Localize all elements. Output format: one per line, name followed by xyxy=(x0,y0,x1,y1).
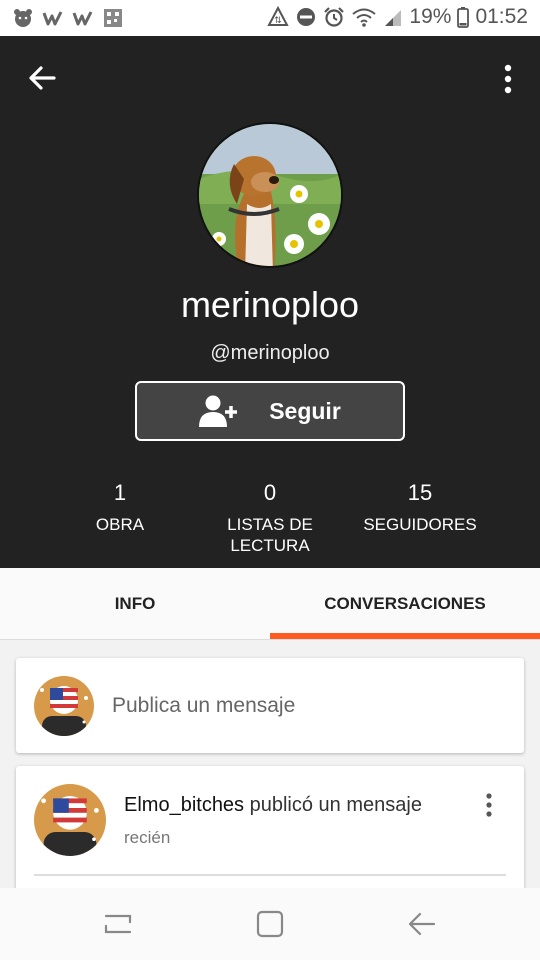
stat-reading-lists-value: 0 xyxy=(263,480,277,505)
message-card: Elmo_bitches publicó un mensaje recién xyxy=(16,766,524,896)
profile-header: merinoploo @merinoploo Seguir 1 OBRA 0 L… xyxy=(0,36,540,568)
more-options-icon[interactable] xyxy=(498,62,518,96)
active-tab-indicator xyxy=(270,633,540,639)
system-nav-bar xyxy=(0,888,540,960)
battery-icon xyxy=(457,7,470,28)
stat-followers-value: 15 xyxy=(407,480,433,505)
signal-icon xyxy=(385,10,402,26)
card-divider xyxy=(34,874,506,876)
post-message-card[interactable]: Publica un mensaje xyxy=(16,658,524,753)
wifi-icon xyxy=(352,8,377,27)
profile-tabs: INFO CONVERSACIONES xyxy=(0,568,540,640)
follow-label: Seguir xyxy=(269,397,341,424)
message-action: publicó un mensaje xyxy=(244,794,422,816)
flag-character-avatar xyxy=(34,676,94,736)
alarm-icon xyxy=(324,7,345,27)
system-status: ⇅ 19% 01:52 xyxy=(267,5,528,29)
profile-avatar[interactable] xyxy=(197,122,343,268)
profile-handle: @merinoploo xyxy=(210,342,330,364)
data-saver-icon: ⇅ xyxy=(267,6,290,26)
wattpad-icon xyxy=(72,11,93,26)
message-menu-icon[interactable] xyxy=(484,792,494,818)
dog-photo xyxy=(199,124,341,266)
stat-works-label: OBRA xyxy=(95,515,145,534)
back-arrow-icon[interactable] xyxy=(24,60,60,96)
author-avatar[interactable] xyxy=(34,784,106,856)
status-bar: ⇅ 19% 01:52 xyxy=(0,0,540,36)
profile-display-name: merinoploo xyxy=(180,284,360,325)
tab-info[interactable]: INFO xyxy=(0,568,270,640)
stat-reading-lists[interactable]: 0 LISTAS DE LECTURA xyxy=(210,480,330,556)
wattpad-icon xyxy=(42,11,63,26)
home-icon[interactable] xyxy=(250,908,290,940)
notification-icons xyxy=(12,7,124,29)
bear-app-icon xyxy=(14,9,32,27)
user-avatar xyxy=(34,676,94,736)
tab-conversations[interactable]: CONVERSACIONES xyxy=(270,568,540,640)
back-icon[interactable] xyxy=(402,908,442,940)
message-author[interactable]: Elmo_bitches xyxy=(124,794,244,816)
stat-works[interactable]: 1 OBRA xyxy=(70,480,170,535)
recents-icon[interactable] xyxy=(98,908,138,940)
stat-reading-lists-label: LISTAS DE LECTURA xyxy=(227,515,313,555)
qr-app-icon xyxy=(104,9,122,27)
post-message-input[interactable]: Publica un mensaje xyxy=(112,694,295,718)
follow-button[interactable]: Seguir xyxy=(135,381,405,441)
clock: 01:52 xyxy=(475,5,528,28)
do-not-disturb-icon xyxy=(297,8,316,26)
svg-text:⇅: ⇅ xyxy=(275,16,283,26)
stat-works-value: 1 xyxy=(113,480,127,505)
add-user-icon xyxy=(199,395,238,427)
message-header: Elmo_bitches publicó un mensaje xyxy=(124,794,422,817)
message-timestamp: recién xyxy=(124,828,171,847)
stat-followers-label: SEGUIDORES xyxy=(363,515,477,534)
stat-followers[interactable]: 15 SEGUIDORES xyxy=(360,480,480,535)
battery-percentage: 19% xyxy=(409,5,452,28)
flag-character-avatar xyxy=(34,784,106,856)
